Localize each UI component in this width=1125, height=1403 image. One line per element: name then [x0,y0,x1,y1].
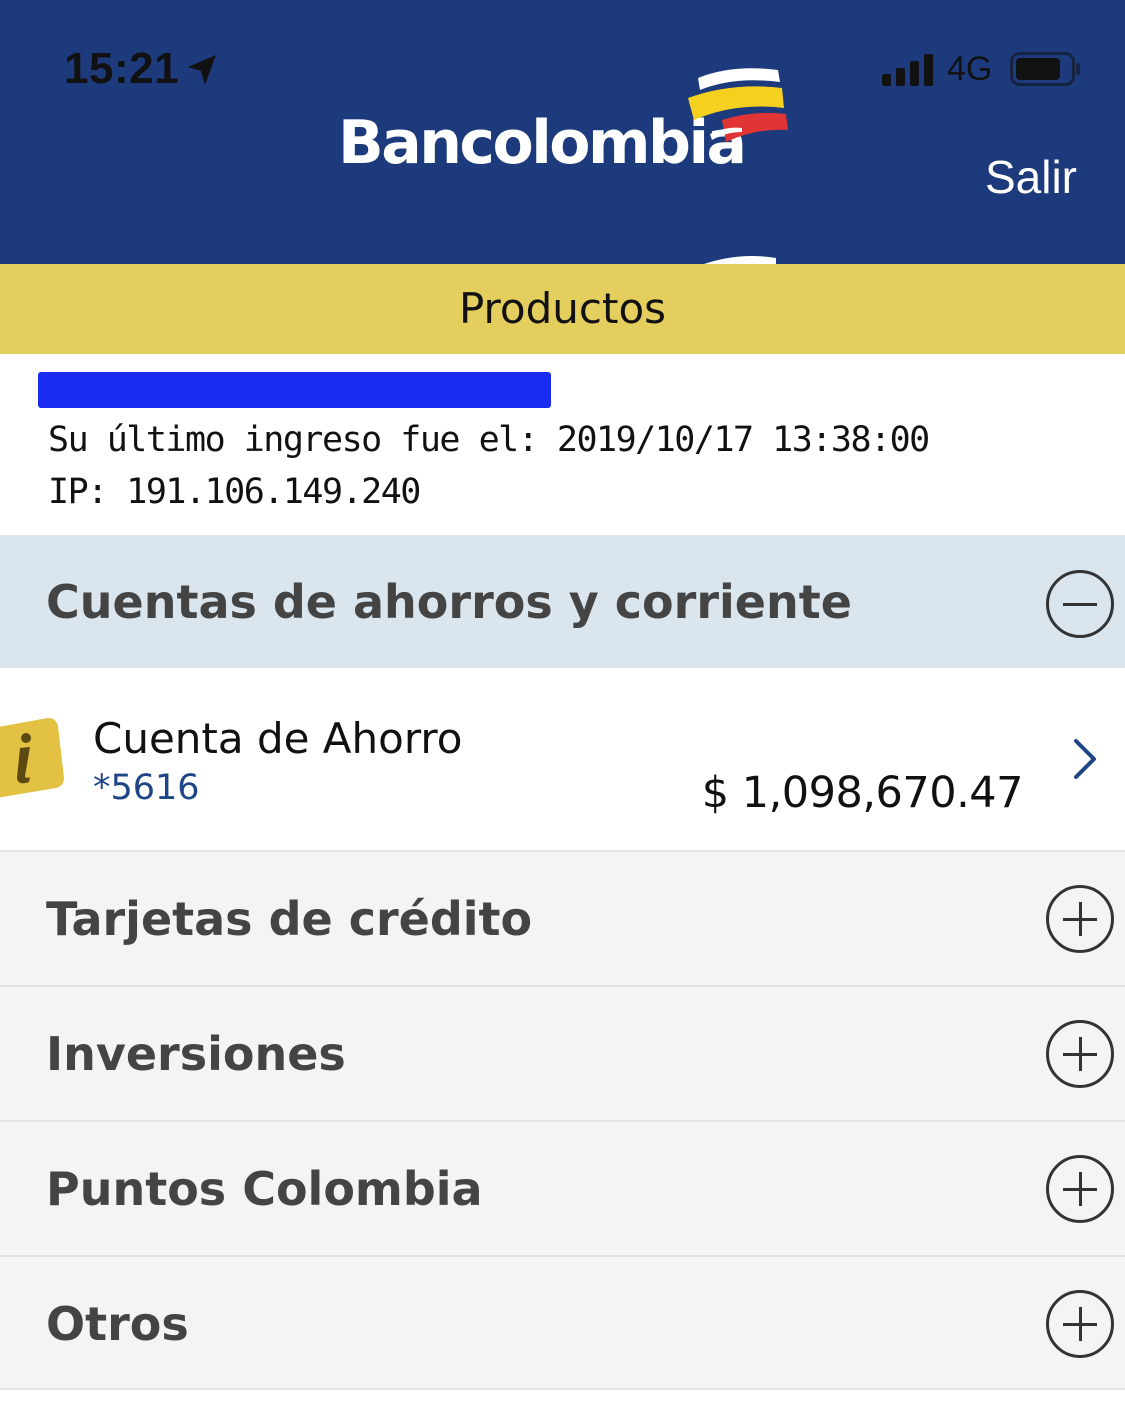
app-header: 15:21 4G Bancolombia Salir [0,0,1125,264]
account-balance: $ 1,098,670.47 [701,768,1024,818]
bancolombia-flag-logo [688,68,788,142]
network-type: 4G [947,50,993,88]
chevron-right-icon[interactable] [1070,737,1100,781]
section-title-cuentas: Cuentas de ahorros y corriente [46,575,852,629]
last-login-text: Su último ingreso fue el: 2019/10/17 13:… [48,420,930,460]
section-title-puntos: Puntos Colombia [46,1162,483,1216]
section-cuentas[interactable]: Cuentas de ahorros y corriente [0,535,1125,668]
account-name: Cuenta de Ahorro [93,714,463,763]
section-inversiones[interactable]: Inversiones [0,985,1125,1120]
info-icon[interactable] [0,716,64,798]
page-title: Productos [0,264,1125,354]
redacted-user-name [38,372,551,408]
section-otros[interactable]: Otros [0,1255,1125,1390]
section-puntos-colombia[interactable]: Puntos Colombia [0,1120,1125,1255]
status-time: 15:21 [64,44,180,93]
section-title-inversiones: Inversiones [46,1027,346,1081]
logout-button[interactable]: Salir [985,150,1077,204]
expand-icon[interactable] [1046,1020,1114,1088]
battery-icon [1010,52,1080,86]
section-title-tarjetas: Tarjetas de crédito [46,892,533,946]
account-number: *5616 [93,768,200,808]
expand-icon[interactable] [1046,1290,1114,1358]
location-arrow-icon [188,55,216,85]
section-title-otros: Otros [46,1297,189,1351]
ip-address-text: IP: 191.106.149.240 [48,472,421,512]
section-tarjetas[interactable]: Tarjetas de crédito [0,850,1125,985]
logo-fragment [704,256,776,264]
collapse-icon[interactable] [1046,570,1114,638]
signal-icon [882,54,933,86]
expand-icon[interactable] [1046,1155,1114,1223]
expand-icon[interactable] [1046,885,1114,953]
